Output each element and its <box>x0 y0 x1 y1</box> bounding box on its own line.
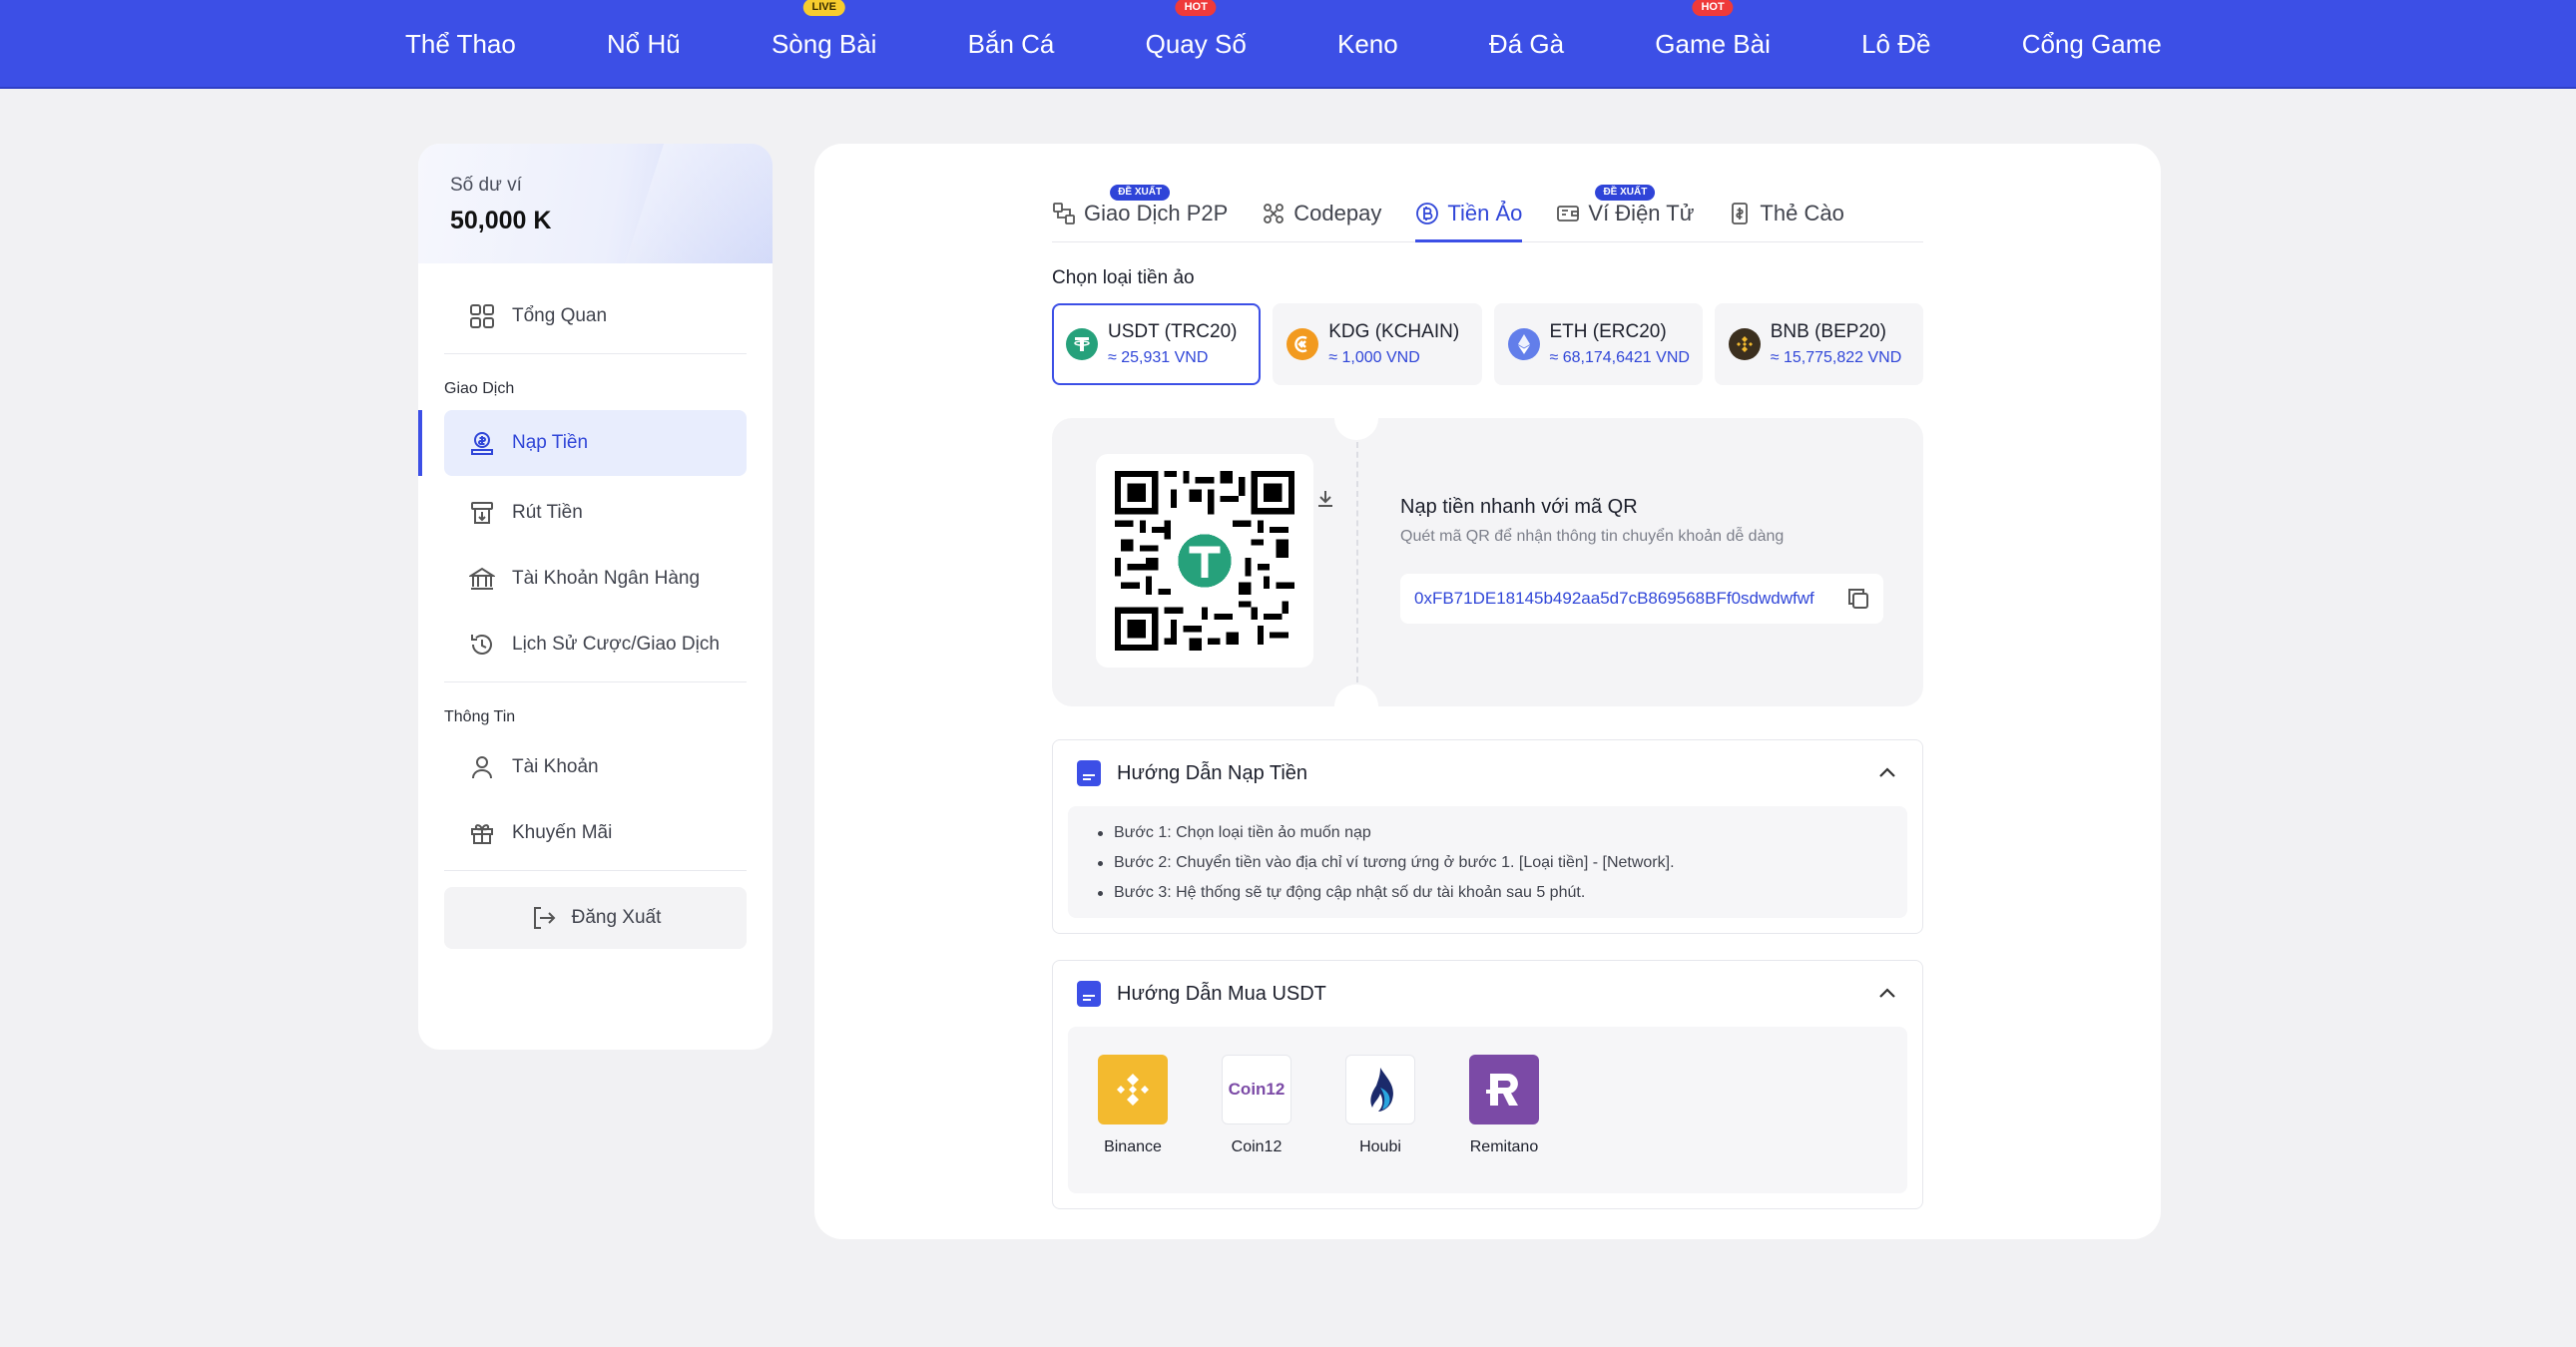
sidebar-item-deposit[interactable]: Nạp Tiền <box>444 410 747 476</box>
document-icon <box>1077 981 1101 1007</box>
codepay-icon <box>1262 202 1286 225</box>
nav-item-keno[interactable]: Keno <box>1337 29 1398 60</box>
deposit-icon <box>468 429 496 457</box>
qr-subtitle: Quét mã QR để nhận thông tin chuyển khoả… <box>1400 528 1785 545</box>
copy-icon[interactable] <box>1845 586 1871 617</box>
nav-item-card-games[interactable]: HOT Game Bài <box>1655 0 1771 60</box>
nav-item-slots[interactable]: Nổ Hũ <box>607 29 681 60</box>
coin-option-eth[interactable]: ETH (ERC20) ≈ 68,174,6421 VND <box>1493 303 1703 385</box>
bitcoin-icon <box>1415 202 1439 225</box>
user-icon <box>468 753 496 781</box>
nav-item-cockfight[interactable]: Đá Gà <box>1489 29 1564 60</box>
live-badge: LIVE <box>802 0 845 16</box>
remitano-logo <box>1469 1055 1539 1124</box>
tab-crypto[interactable]: Tiền Ảo <box>1415 187 1523 242</box>
grid-icon <box>468 302 496 330</box>
nav-item-lottery[interactable]: HOT Quay Số <box>1146 0 1247 60</box>
nav-item-game-portal[interactable]: Cổng Game <box>2022 29 2162 60</box>
coin-option-bnb[interactable]: BNB (BEP20) ≈ 15,775,822 VND <box>1714 303 1923 385</box>
crypto-choose-label: Chọn loại tiền ảo <box>1052 267 1195 288</box>
p2p-icon <box>1052 202 1076 225</box>
deposit-guide-header[interactable]: Hướng Dẫn Nạp Tiền <box>1053 740 1922 806</box>
qr-code <box>1096 454 1313 668</box>
sidebar-item-withdraw[interactable]: Rút Tiền <box>444 480 747 546</box>
logout-button[interactable]: Đăng Xuất <box>444 887 747 949</box>
recommended-badge: ĐỀ XUẤT <box>1110 185 1171 201</box>
qr-title: Nạp tiền nhanh với mã QR <box>1400 496 1638 518</box>
recommended-badge: ĐỀ XUẤT <box>1595 185 1656 201</box>
houbi-logo <box>1345 1055 1415 1124</box>
coin12-logo: Coin12 <box>1222 1055 1291 1124</box>
exchange-binance[interactable]: Binance <box>1098 1055 1168 1193</box>
wallet-address: 0xFB71DE18145b492aa5d7cB869568BFf0sdwdwf… <box>1414 589 1814 608</box>
coin-option-kdg[interactable]: KDG (KCHAIN) ≈ 1,000 VND <box>1273 303 1482 385</box>
buy-usdt-header[interactable]: Hướng Dẫn Mua USDT <box>1053 961 1922 1027</box>
hot-badge: HOT <box>1175 0 1217 16</box>
history-icon <box>468 631 496 659</box>
tab-codepay[interactable]: Codepay <box>1262 187 1381 240</box>
dashed-separator <box>1356 442 1358 682</box>
ticket-notch <box>1334 684 1378 728</box>
nav-item-lo-de[interactable]: Lô Đề <box>1861 29 1930 60</box>
ticket-notch <box>1334 396 1378 440</box>
tab-e-wallet[interactable]: ĐỀ XUẤT Ví Điện Tử <box>1556 185 1694 240</box>
nav-item-fishing[interactable]: Bắn Cá <box>968 29 1055 60</box>
deposit-panel: ĐỀ XUẤT Giao Dịch P2P Codepay Tiền Ảo ĐỀ… <box>814 144 2161 1239</box>
deposit-method-tabs: ĐỀ XUẤT Giao Dịch P2P Codepay Tiền Ảo ĐỀ… <box>1052 185 1923 242</box>
gift-icon <box>468 819 496 847</box>
exchange-remitano[interactable]: Remitano <box>1469 1055 1539 1193</box>
withdraw-icon <box>468 499 496 527</box>
bnb-icon <box>1728 328 1761 360</box>
divider <box>444 681 747 682</box>
tab-scratch-card[interactable]: Thẻ Cào <box>1728 187 1844 240</box>
kdg-icon <box>1287 328 1319 360</box>
crypto-options: USDT (TRC20) ≈ 25,931 VND KDG (KCHAIN) ≈ 1… <box>1052 303 1923 385</box>
sidebar-item-account[interactable]: Tài Khoản <box>444 734 747 800</box>
chevron-up-icon[interactable] <box>1876 983 1898 1011</box>
exchange-houbi[interactable]: Houbi <box>1345 1055 1415 1193</box>
sidebar-item-history[interactable]: Lịch Sử Cược/Giao Dịch <box>444 612 747 677</box>
tab-p2p[interactable]: ĐỀ XUẤT Giao Dịch P2P <box>1052 185 1228 240</box>
guide-step: Bước 2: Chuyển tiền vào địa chỉ ví tương… <box>1098 848 1877 878</box>
sidebar-item-promotions[interactable]: Khuyến Mãi <box>444 800 747 866</box>
active-indicator <box>418 410 422 476</box>
nav-item-casino[interactable]: LIVE Sòng Bài <box>772 0 876 60</box>
binance-logo <box>1098 1055 1168 1124</box>
nav-item-sports[interactable]: Thể Thao <box>405 29 516 60</box>
sidebar-item-bank-account[interactable]: Tài Khoản Ngân Hàng <box>444 546 747 612</box>
bank-icon <box>468 565 496 593</box>
ethereum-icon <box>1507 328 1540 360</box>
deposit-guide-panel: Hướng Dẫn Nạp Tiền Bước 1: Chọn loại tiề… <box>1052 739 1923 934</box>
chevron-up-icon[interactable] <box>1876 762 1898 790</box>
divider <box>444 870 747 871</box>
guide-step: Bước 3: Hệ thống sẽ tự động cập nhật số … <box>1098 878 1877 908</box>
download-icon[interactable] <box>1314 488 1336 515</box>
qr-deposit-box: Nạp tiền nhanh với mã QR Quét mã QR để n… <box>1052 396 1923 728</box>
coin-option-usdt[interactable]: USDT (TRC20) ≈ 25,931 VND <box>1052 303 1262 385</box>
account-sidebar: Số dư ví 50,000 K Tổng Quan Giao Dịch Nạ… <box>418 144 773 1050</box>
exchange-coin12[interactable]: Coin12 Coin12 <box>1222 1055 1291 1193</box>
wallet-label: Số dư ví <box>450 175 522 196</box>
buy-usdt-panel: Hướng Dẫn Mua USDT Binance Coin12 Coin12 <box>1052 960 1923 1209</box>
buy-usdt-body: Binance Coin12 Coin12 Houbi Remitano <box>1068 1027 1907 1193</box>
card-icon <box>1728 202 1752 225</box>
top-nav: Thể Thao Nổ Hũ LIVE Sòng Bài Bắn Cá HOT Qu… <box>0 0 2576 89</box>
wallet-value: 50,000 K <box>450 207 552 234</box>
section-title-info: Thông Tin <box>444 708 516 725</box>
wallet-icon <box>1556 202 1580 225</box>
wallet-address-field[interactable]: 0xFB71DE18145b492aa5d7cB869568BFf0sdwdwf… <box>1400 574 1883 624</box>
tether-icon <box>1066 328 1098 360</box>
guide-step: Bước 1: Chọn loại tiền ảo muốn nạp <box>1098 818 1877 848</box>
hot-badge: HOT <box>1692 0 1734 16</box>
document-icon <box>1077 760 1101 786</box>
divider <box>444 353 747 354</box>
deposit-guide-body: Bước 1: Chọn loại tiền ảo muốn nạp Bước … <box>1068 806 1907 918</box>
section-title-transactions: Giao Dịch <box>444 380 515 397</box>
logout-icon <box>530 904 558 932</box>
wallet-balance-card: Số dư ví 50,000 K <box>418 144 773 263</box>
